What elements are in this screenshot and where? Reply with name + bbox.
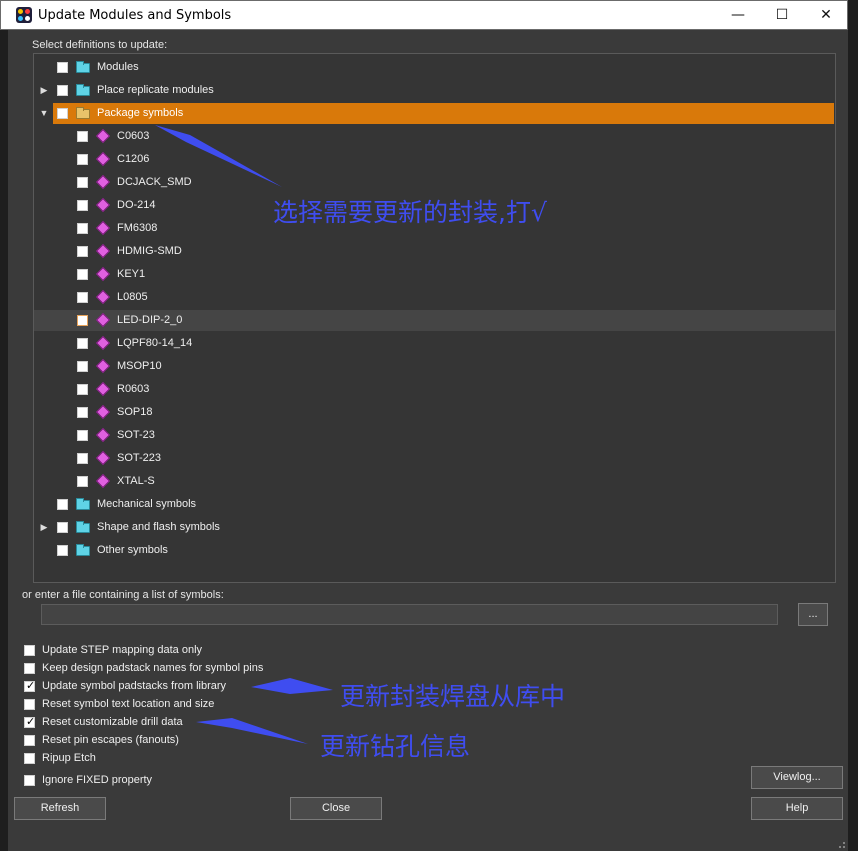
annotation-arrow-select bbox=[155, 125, 282, 187]
annotation-update-padstacks: 更新封装焊盘从库中 bbox=[340, 682, 566, 711]
annotation-select-packages: 选择需要更新的封装,打√ bbox=[273, 198, 547, 227]
annotation-update-drill: 更新钻孔信息 bbox=[320, 732, 471, 761]
annotation-arrow-drill bbox=[196, 718, 308, 744]
annotation-arrows bbox=[155, 125, 333, 744]
annotation-arrow-padstacks bbox=[251, 678, 333, 694]
